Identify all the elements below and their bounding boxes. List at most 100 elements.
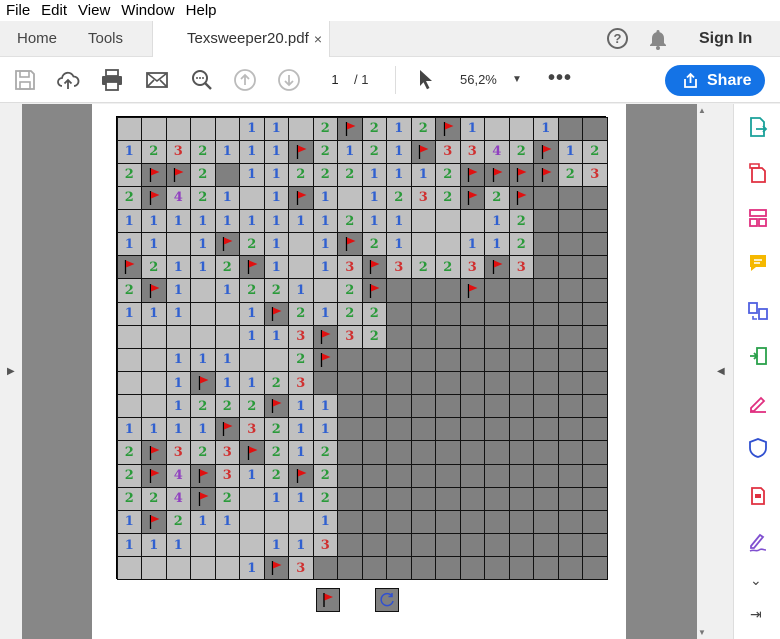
number-cell[interactable]: 1 (190, 232, 216, 257)
unopened-cell[interactable] (484, 509, 510, 535)
scroll-up-icon[interactable]: ▲ (698, 106, 706, 115)
tab-document[interactable]: Texsweeper20.pdf × (152, 21, 330, 58)
number-cell[interactable]: 1 (484, 232, 510, 257)
number-cell[interactable]: 2 (288, 162, 314, 187)
number-cell[interactable]: 2 (214, 394, 240, 419)
unopened-cell[interactable] (484, 556, 510, 581)
number-cell[interactable]: 3 (508, 255, 534, 280)
flagged-cell[interactable] (361, 255, 387, 280)
number-cell[interactable]: 2 (141, 139, 167, 164)
number-cell[interactable]: 1 (263, 116, 289, 141)
unopened-cell[interactable] (410, 301, 436, 326)
flagged-cell[interactable] (190, 463, 216, 488)
unopened-cell[interactable] (557, 486, 583, 511)
unopened-cell[interactable] (435, 371, 461, 396)
unopened-cell[interactable] (386, 278, 412, 303)
number-cell[interactable]: 3 (239, 417, 265, 442)
unopened-cell[interactable] (337, 417, 363, 442)
unopened-cell[interactable] (386, 417, 412, 442)
unopened-cell[interactable] (386, 440, 412, 465)
chevron-down-icon[interactable]: ▼ (512, 68, 522, 92)
unopened-cell[interactable] (435, 278, 461, 303)
number-cell[interactable]: 1 (239, 139, 265, 164)
number-cell[interactable]: 1 (312, 185, 338, 211)
unopened-cell[interactable] (410, 486, 436, 511)
number-cell[interactable]: 1 (165, 209, 191, 234)
unopened-cell[interactable] (533, 209, 559, 234)
unopened-cell[interactable] (361, 394, 387, 419)
number-cell[interactable]: 1 (459, 232, 485, 257)
number-cell[interactable]: 1 (361, 209, 387, 234)
menu-edit[interactable]: Edit (35, 0, 72, 21)
unopened-cell[interactable] (533, 278, 559, 303)
number-cell[interactable]: 1 (190, 347, 216, 373)
number-cell[interactable]: 1 (312, 209, 338, 234)
opened-cell[interactable] (410, 209, 436, 234)
opened-cell[interactable] (239, 509, 265, 535)
unopened-cell[interactable] (582, 440, 608, 465)
number-cell[interactable]: 1 (165, 347, 191, 373)
unopened-cell[interactable] (533, 347, 559, 373)
number-cell[interactable]: 2 (116, 486, 142, 511)
unopened-cell[interactable] (557, 556, 583, 581)
flagged-cell[interactable] (263, 556, 289, 581)
number-cell[interactable]: 1 (116, 301, 142, 326)
flagged-cell[interactable] (141, 509, 167, 535)
unopened-cell[interactable] (582, 185, 608, 211)
opened-cell[interactable] (190, 533, 216, 558)
unopened-cell[interactable] (459, 371, 485, 396)
number-cell[interactable]: 3 (214, 440, 240, 465)
number-cell[interactable]: 3 (459, 255, 485, 280)
opened-cell[interactable] (141, 116, 167, 141)
unopened-cell[interactable] (337, 556, 363, 581)
mail-icon[interactable] (145, 68, 169, 92)
flagged-cell[interactable] (337, 232, 363, 257)
number-cell[interactable]: 3 (337, 324, 363, 349)
number-cell[interactable]: 2 (337, 278, 363, 303)
number-cell[interactable]: 2 (361, 301, 387, 326)
opened-cell[interactable] (116, 347, 142, 373)
unopened-cell[interactable] (337, 533, 363, 558)
number-cell[interactable]: 2 (239, 278, 265, 303)
flagged-cell[interactable] (141, 162, 167, 187)
number-cell[interactable]: 2 (214, 255, 240, 280)
flagged-cell[interactable] (459, 278, 485, 303)
opened-cell[interactable] (141, 556, 167, 581)
number-cell[interactable]: 1 (386, 139, 412, 164)
number-cell[interactable]: 1 (288, 417, 314, 442)
unopened-cell[interactable] (533, 301, 559, 326)
number-cell[interactable]: 2 (263, 371, 289, 396)
opened-cell[interactable] (190, 116, 216, 141)
save-icon[interactable] (13, 68, 37, 92)
unopened-cell[interactable] (386, 371, 412, 396)
number-cell[interactable]: 1 (288, 394, 314, 419)
unopened-cell[interactable] (337, 486, 363, 511)
number-cell[interactable]: 2 (116, 162, 142, 187)
redact-icon[interactable] (747, 484, 769, 506)
opened-cell[interactable] (165, 556, 191, 581)
number-cell[interactable]: 2 (337, 209, 363, 234)
number-cell[interactable]: 1 (386, 162, 412, 187)
unopened-cell[interactable] (557, 116, 583, 141)
unopened-cell[interactable] (582, 394, 608, 419)
flagged-cell[interactable] (484, 162, 510, 187)
unopened-cell[interactable] (582, 324, 608, 349)
number-cell[interactable]: 2 (361, 116, 387, 141)
unopened-cell[interactable] (582, 301, 608, 326)
flag-mode-button[interactable] (316, 588, 340, 612)
flagged-cell[interactable] (239, 255, 265, 280)
number-cell[interactable]: 2 (239, 232, 265, 257)
unopened-cell[interactable] (459, 394, 485, 419)
unopened-cell[interactable] (386, 394, 412, 419)
opened-cell[interactable] (263, 347, 289, 373)
tab-tools[interactable]: Tools (88, 21, 123, 57)
number-cell[interactable]: 2 (312, 486, 338, 511)
number-cell[interactable]: 2 (361, 232, 387, 257)
flagged-cell[interactable] (214, 417, 240, 442)
unopened-cell[interactable] (410, 463, 436, 488)
opened-cell[interactable] (312, 278, 338, 303)
unopened-cell[interactable] (484, 347, 510, 373)
unopened-cell[interactable] (557, 463, 583, 488)
number-cell[interactable]: 4 (165, 185, 191, 211)
flagged-cell[interactable] (214, 232, 240, 257)
